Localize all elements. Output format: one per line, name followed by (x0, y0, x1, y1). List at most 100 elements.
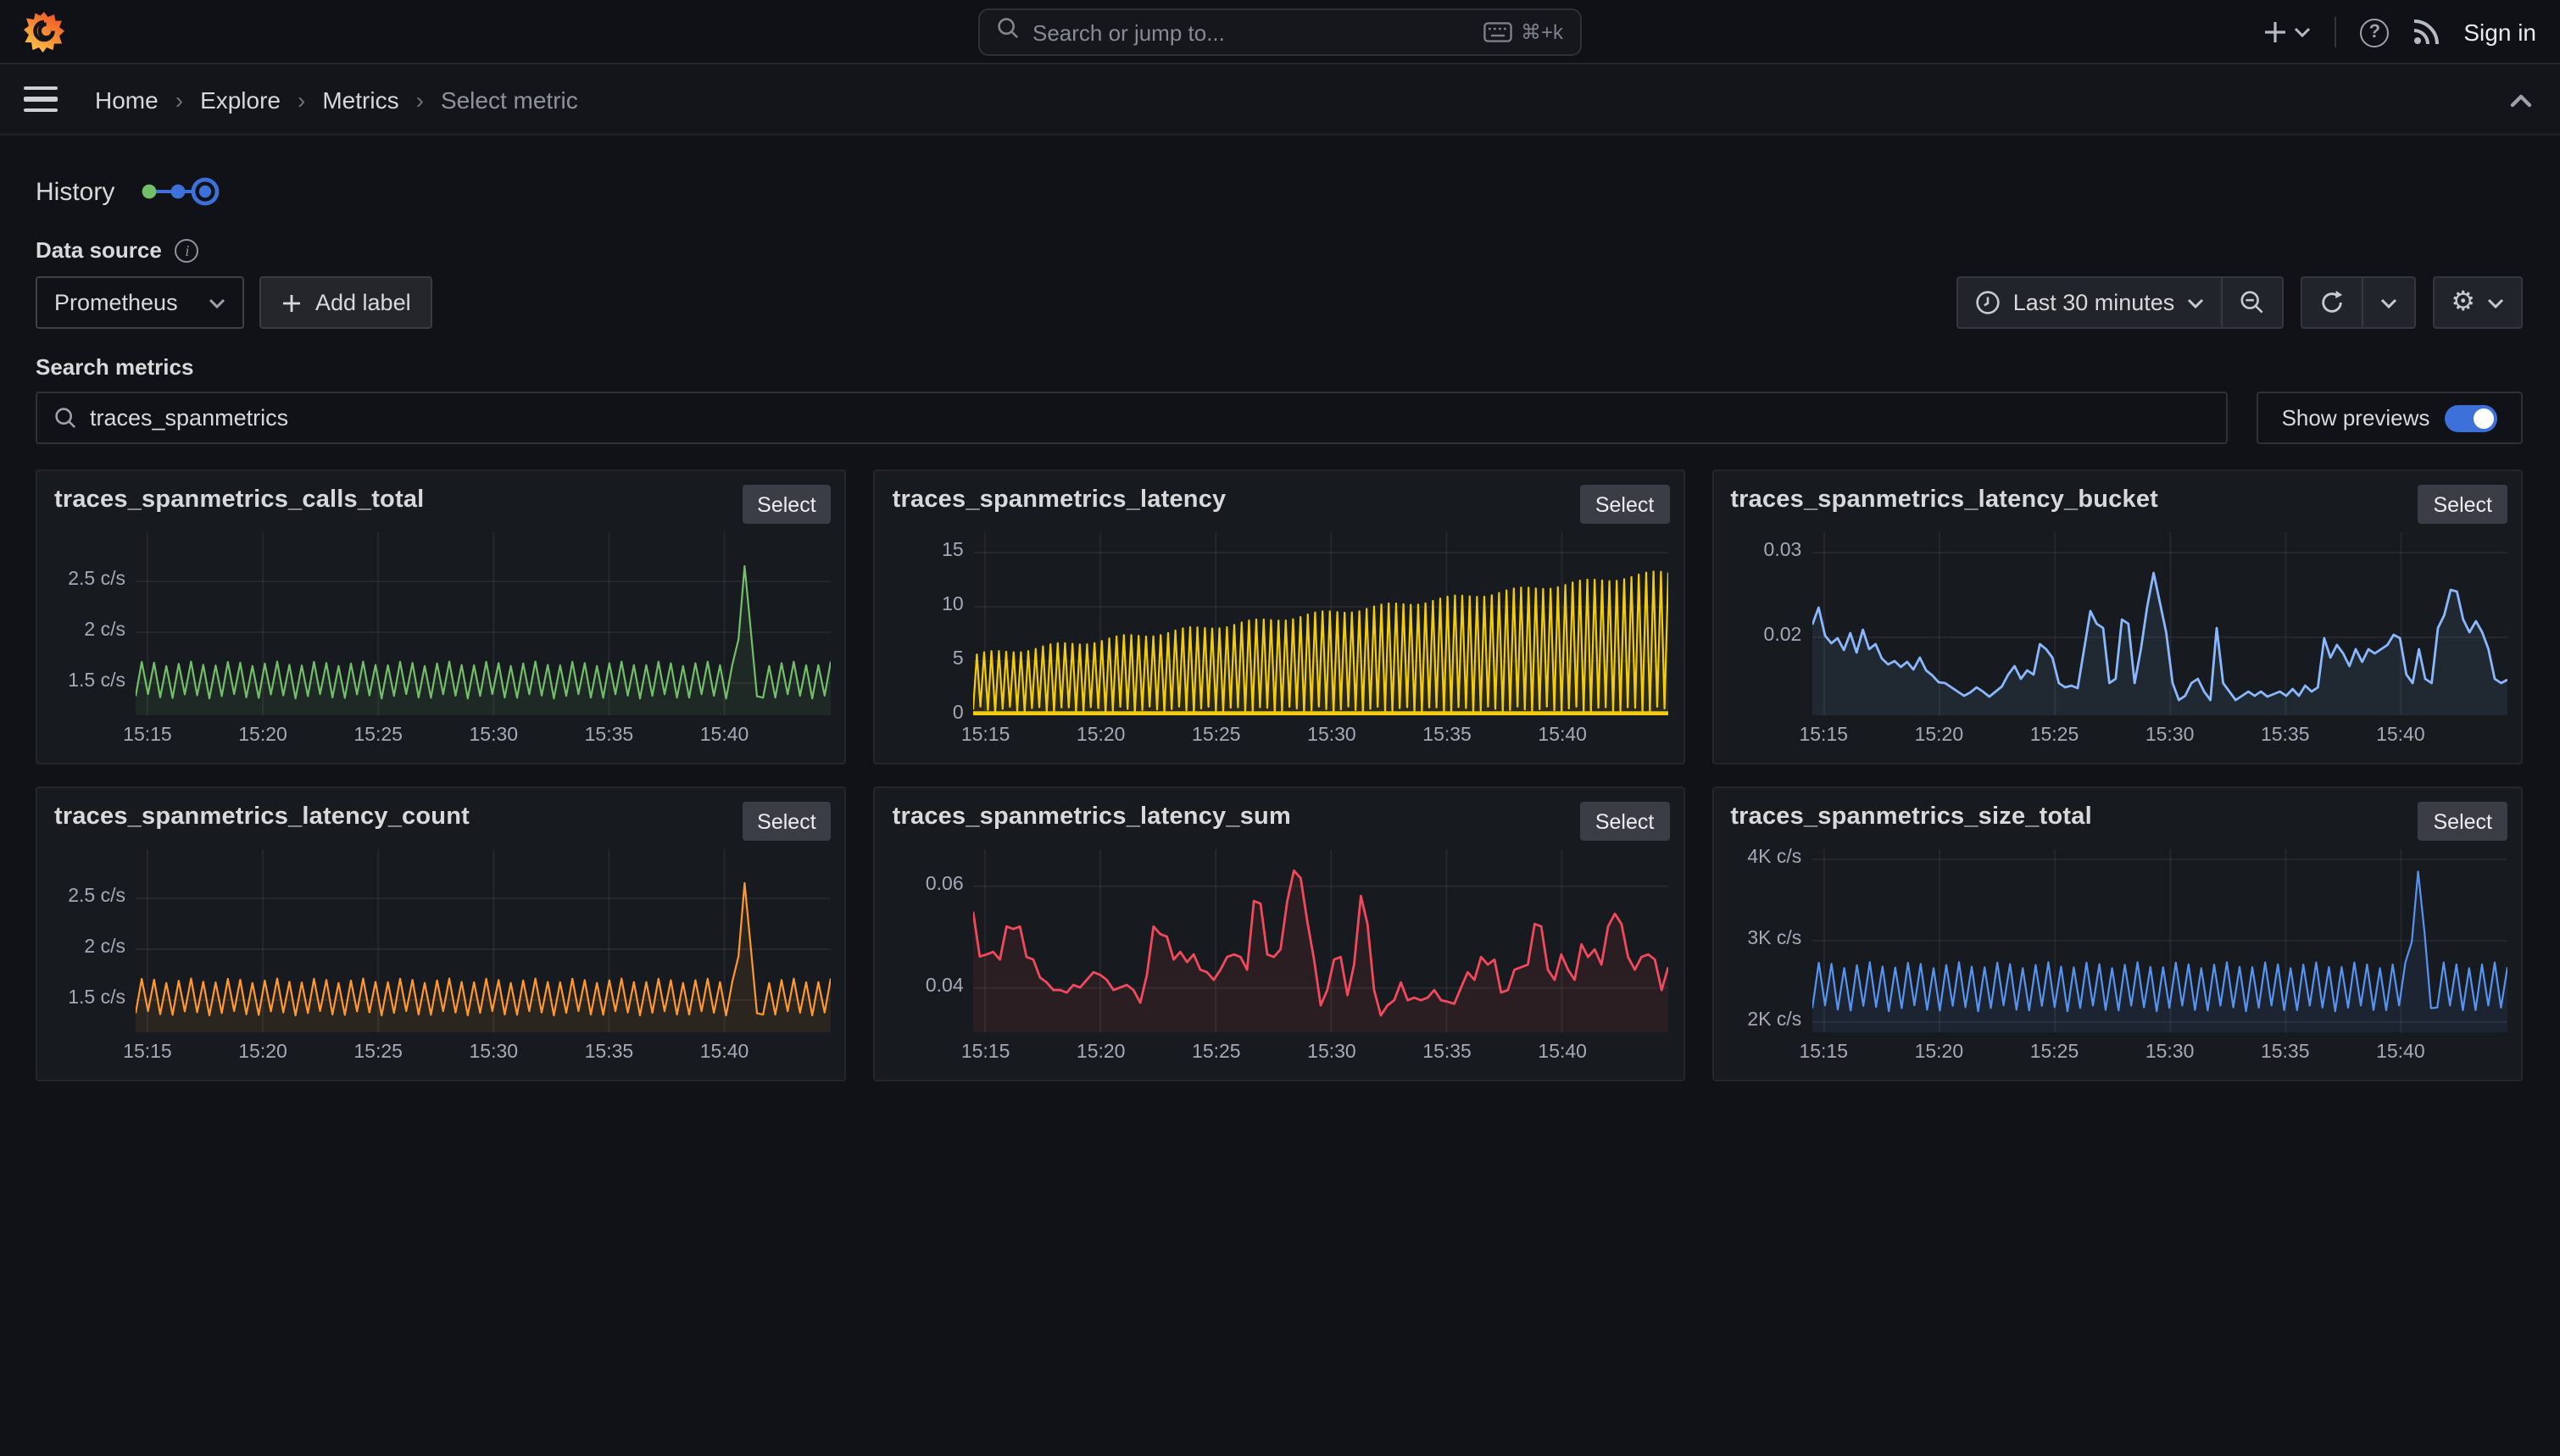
select-metric-button[interactable]: Select (1580, 802, 1670, 841)
x-axis-tick-label: 15:25 (1174, 1042, 1259, 1063)
history-label: History (36, 177, 114, 206)
x-axis-tick-label: 15:40 (2358, 1042, 2443, 1063)
y-axis-tick-label: 0 (876, 703, 964, 724)
add-label-button[interactable]: Add label (259, 276, 433, 329)
grafana-logo[interactable] (22, 9, 66, 53)
panel-size-total: traces_spanmetrics_size_total Select 2K … (1711, 786, 2523, 1081)
global-search-placeholder: Search or jump to... (1032, 19, 1483, 45)
chevron-down-icon (2487, 297, 2504, 308)
panel-title: traces_spanmetrics_latency_sum (893, 803, 1291, 831)
chart-plot (136, 849, 831, 1032)
chart-plot (136, 532, 831, 715)
select-metric-button[interactable]: Select (1580, 485, 1670, 524)
chevron-down-icon (209, 297, 225, 308)
select-metric-button[interactable]: Select (742, 802, 832, 841)
time-range-picker[interactable]: Last 30 minutes (1959, 278, 2221, 327)
x-axis-tick-label: 15:35 (1405, 725, 1489, 746)
panel-latency: traces_spanmetrics_latency Select 051015… (874, 470, 1685, 764)
controls-row: Prometheus Add label Last 30 minutes (36, 276, 2523, 329)
chart-plot (974, 849, 1669, 1032)
chevron-down-icon (2186, 297, 2203, 308)
news-button[interactable] (2413, 19, 2440, 46)
help-button[interactable]: ? (2360, 18, 2389, 47)
history-row: History (36, 173, 2523, 210)
topbar-actions: ? Sign in (2263, 0, 2536, 64)
x-axis-tick-label: 15:30 (2128, 1042, 2212, 1063)
y-axis-tick-label: 1.5 c/s (37, 988, 125, 1009)
x-axis-tick-label: 15:35 (566, 1042, 651, 1063)
x-axis-tick-label: 15:30 (451, 725, 536, 746)
x-axis-tick-label: 15:35 (2243, 725, 2328, 746)
panel-title: traces_spanmetrics_latency_count (54, 803, 470, 831)
breadcrumb-home[interactable]: Home (95, 86, 159, 113)
x-axis-tick-label: 15:30 (451, 1042, 536, 1063)
collapse-panel-button[interactable] (2509, 86, 2533, 117)
x-axis-tick-label: 15:25 (1174, 725, 1259, 746)
breadcrumb-current: Select metric (441, 86, 578, 113)
metric-panels-grid: traces_spanmetrics_calls_total Select 1.… (36, 470, 2523, 1081)
time-range-label: Last 30 minutes (2013, 290, 2175, 315)
gear-icon: ⚙ (2451, 289, 2475, 316)
sign-in-button[interactable]: Sign in (2463, 19, 2536, 46)
chevron-down-icon (2379, 297, 2396, 308)
x-axis-tick-label: 15:15 (943, 725, 1028, 746)
panel-title: traces_spanmetrics_calls_total (54, 486, 424, 514)
panel-latency-sum: traces_spanmetrics_latency_sum Select 0.… (874, 786, 1685, 1081)
datasource-picker[interactable]: Prometheus (36, 276, 244, 329)
show-previews-control: Show previews (2257, 392, 2523, 444)
y-axis-tick-label: 4K c/s (1713, 847, 1801, 868)
breadcrumb-separator: › (416, 86, 424, 113)
select-metric-button[interactable]: Select (2418, 485, 2508, 524)
plus-icon (2263, 20, 2287, 44)
x-axis-tick-label: 15:15 (943, 1042, 1028, 1063)
select-metric-button[interactable]: Select (742, 485, 832, 524)
x-axis-tick-label: 15:30 (2128, 725, 2212, 746)
datasource-label-row: Data source i (36, 237, 2523, 263)
breadcrumb: Home › Explore › Metrics › Select metric (95, 86, 578, 113)
chevron-up-icon (2509, 93, 2533, 108)
search-icon (997, 17, 1019, 47)
x-axis-tick-label: 15:30 (1289, 1042, 1374, 1063)
history-current-dot (198, 186, 210, 197)
refresh-button[interactable] (2301, 278, 2361, 327)
x-axis-tick-label: 15:20 (1059, 725, 1144, 746)
search-metrics-input[interactable] (90, 405, 2209, 431)
time-picker-group: Last 30 minutes (1957, 276, 2284, 329)
search-metrics-row: Show previews (36, 392, 2523, 444)
x-axis-tick-label: 15:20 (220, 1042, 305, 1063)
chart-plot (1811, 532, 2507, 715)
menu-toggle-button[interactable] (24, 86, 58, 113)
rss-icon (2413, 19, 2440, 46)
y-axis-tick-label: 0.02 (1713, 625, 1801, 646)
x-axis-tick-label: 15:20 (1896, 1042, 1981, 1063)
toggle-knob (2474, 408, 2494, 428)
select-metric-button[interactable]: Select (2418, 802, 2508, 841)
show-previews-label: Show previews (2282, 405, 2430, 431)
panel-latency-bucket: traces_spanmetrics_latency_bucket Select… (1711, 470, 2523, 764)
history-timeline[interactable] (138, 173, 220, 210)
top-nav-bar: Search or jump to... ⌘+k ? Sign in (0, 0, 2560, 64)
panel-title: traces_spanmetrics_latency_bucket (1730, 486, 2158, 514)
settings-group: ⚙ (2432, 276, 2523, 329)
x-axis-tick-label: 15:25 (336, 1042, 420, 1063)
y-axis-tick-label: 15 (876, 541, 964, 561)
refresh-interval-dropdown[interactable] (2361, 278, 2413, 327)
add-new-button[interactable] (2263, 20, 2311, 44)
x-axis-tick-label: 15:40 (682, 725, 767, 746)
refresh-group (2300, 276, 2415, 329)
refresh-icon (2318, 290, 2344, 315)
global-search-input[interactable]: Search or jump to... ⌘+k (978, 8, 1582, 56)
x-axis-tick-label: 15:35 (566, 725, 651, 746)
x-axis-tick-label: 15:40 (1520, 725, 1605, 746)
breadcrumb-metrics[interactable]: Metrics (322, 86, 398, 113)
breadcrumb-separator: › (298, 86, 305, 113)
breadcrumb-explore[interactable]: Explore (200, 86, 281, 113)
show-previews-toggle[interactable] (2445, 404, 2497, 431)
grafana-app: Search or jump to... ⌘+k ? Sign in Ho (0, 0, 2560, 1456)
add-label-text: Add label (315, 290, 411, 315)
x-axis-tick-label: 15:20 (220, 725, 305, 746)
topbar-divider (2335, 17, 2336, 47)
settings-button[interactable]: ⚙ (2434, 278, 2521, 327)
x-axis-tick-label: 15:40 (2358, 725, 2443, 746)
zoom-out-button[interactable] (2220, 278, 2281, 327)
